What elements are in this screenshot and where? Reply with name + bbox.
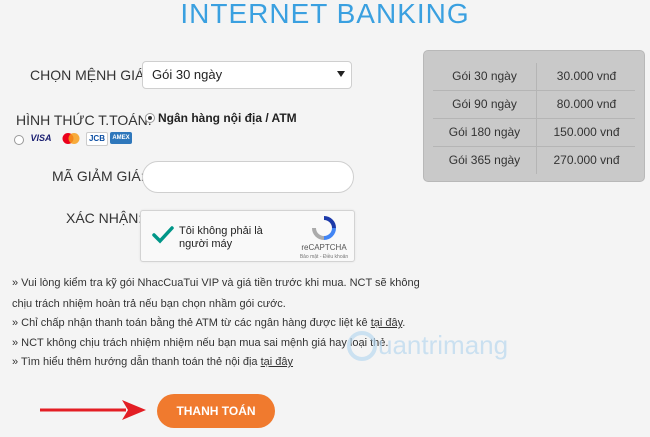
mastercard-icon [60,132,82,145]
visa-icon: VISA [30,133,52,143]
note-line-2: » Chỉ chấp nhận thanh toán bằng thẻ ATM … [12,313,432,334]
price-package-name: Gói 180 ngày [448,125,521,139]
pay-button[interactable]: THANH TOÁN [157,394,275,428]
note-line-1b: chịu trách nhiệm hoàn trả nếu bạn chọn n… [12,298,286,310]
price-package-name: Gói 90 ngày [452,97,517,111]
price-row: Gói 30 ngày 30.000 vnđ [433,63,635,91]
price-value: 30.000 vnđ [536,63,636,90]
discount-label: MÃ GIẢM GIÁ: [52,168,145,184]
amex-icon: AMEX [110,132,132,144]
note-line-2-end: . [402,317,406,329]
price-row: Gói 180 ngày 150.000 vnđ [433,119,635,147]
jcb-icon: JCB [86,132,108,146]
payment-label: HÌNH THỨC T.TOÁN: [16,112,152,128]
bank-list-link[interactable]: tại đây [371,317,403,329]
note-line-3: » NCT không chịu trách nhiệm nhiệm nếu b… [12,337,389,349]
radio-domestic-bank[interactable] [145,113,155,123]
price-package-name: Gói 30 ngày [452,69,517,83]
price-row: Gói 365 ngày 270.000 vnđ [433,147,635,174]
recaptcha-widget: Tôi không phải là người máy reCAPTCHA Bả… [140,210,355,262]
page-title: INTERNET BANKING [180,0,470,29]
chevron-down-icon [337,71,345,77]
arrow-right-icon [38,398,148,422]
package-select[interactable]: Gói 30 ngày [142,61,352,89]
package-select-value: Gói 30 ngày [152,67,223,82]
package-label: CHỌN MỆNH GIÁ: [30,67,149,83]
price-row: Gói 90 ngày 80.000 vnđ [433,91,635,119]
checkmark-icon[interactable] [151,224,175,246]
price-value: 270.000 vnđ [536,147,636,174]
price-package-name: Gói 365 ngày [448,153,521,167]
recaptcha-terms-link[interactable]: Bảo mật - Điều khoản [298,254,350,260]
note-line-4: » Tìm hiểu thêm hướng dẫn thanh toán thẻ… [12,352,432,373]
discount-input[interactable] [142,161,354,193]
guide-link[interactable]: tại đây [261,356,293,368]
confirm-label: XÁC NHẬN: [66,210,143,226]
note-line-4-text: » Tìm hiểu thêm hướng dẫn thanh toán thẻ… [12,356,261,368]
note-line-1a: » Vui lòng kiểm tra kỹ gói NhacCuaTui VI… [12,277,420,289]
captcha-checkbox-label: Tôi không phải là người máy [179,225,263,250]
note-line-2-text: » Chỉ chấp nhận thanh toán bằng thẻ ATM … [12,317,371,329]
recaptcha-brand: reCAPTCHA [301,243,347,252]
price-value: 150.000 vnđ [536,119,636,146]
radio-international-card[interactable] [14,135,24,145]
price-value: 80.000 vnđ [536,91,636,118]
price-table: Gói 30 ngày 30.000 vnđ Gói 90 ngày 80.00… [423,50,645,182]
domestic-bank-label: Ngân hàng nội địa / ATM [158,111,297,125]
recaptcha-logo-icon [311,215,337,241]
